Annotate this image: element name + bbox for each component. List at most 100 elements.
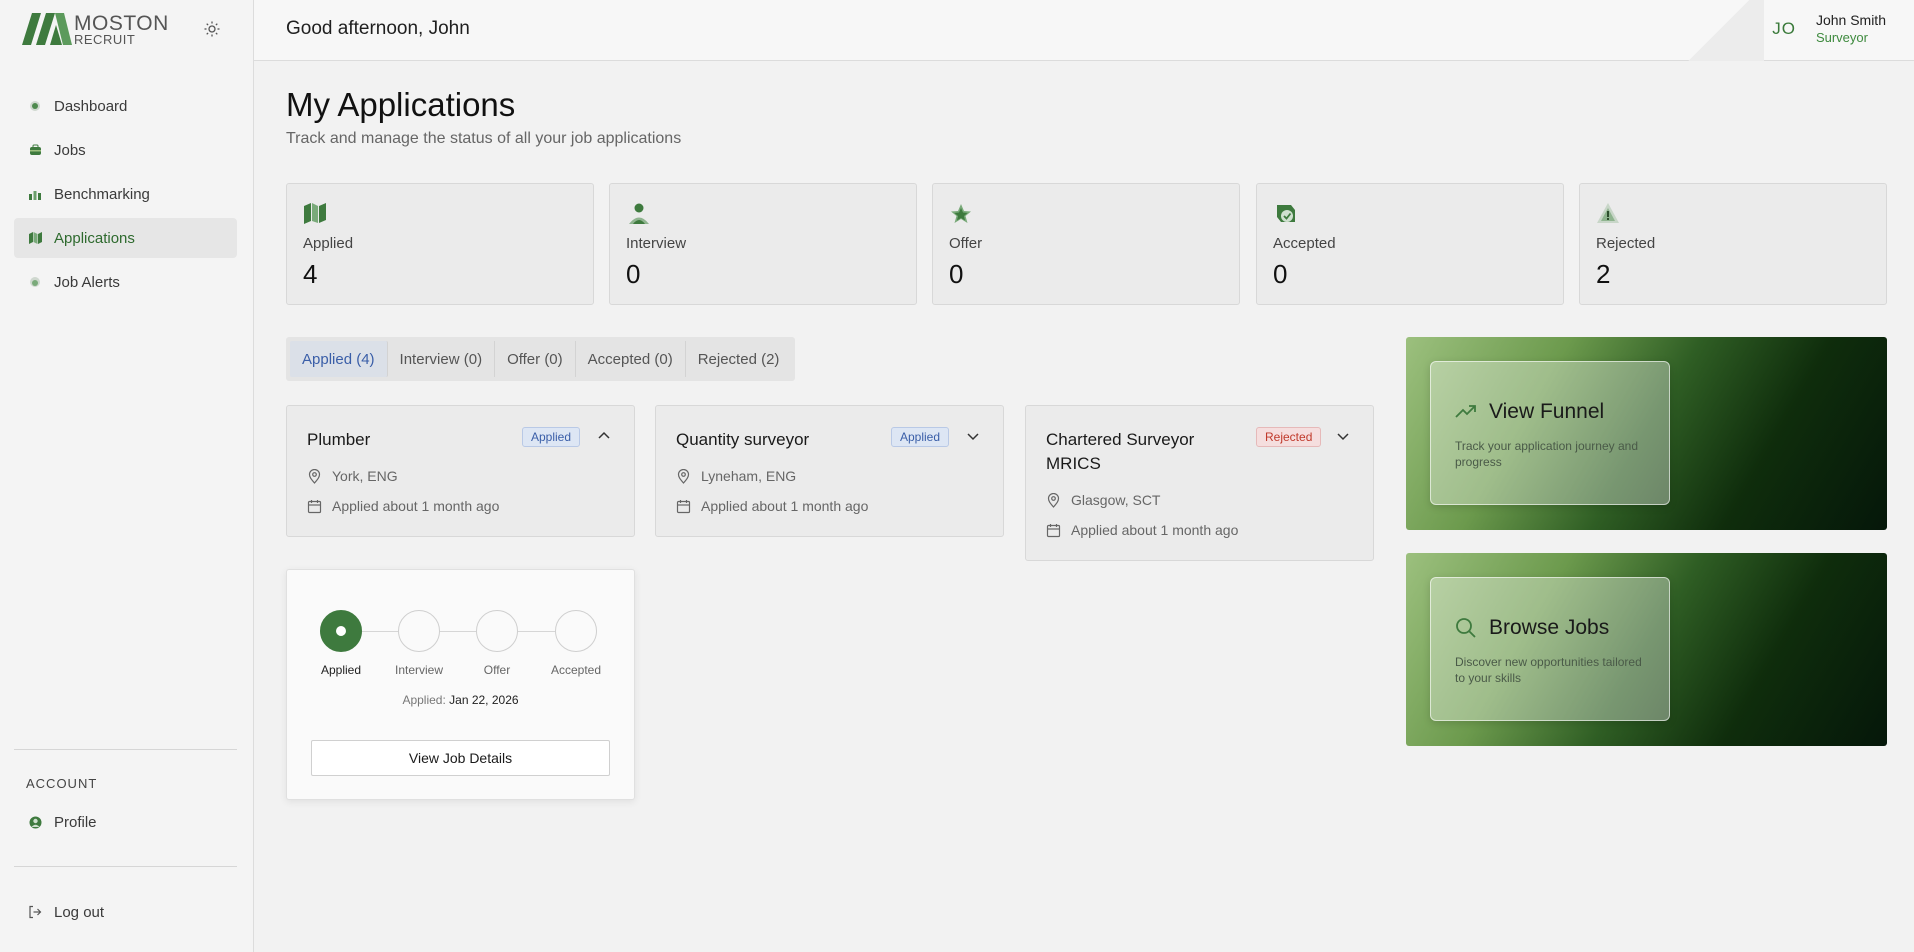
sidebar-item-label: Job Alerts [54,273,120,291]
application-title: Plumber [307,430,371,449]
applied-text: Applied about 1 month ago [332,498,500,514]
stat-value: 0 [1273,259,1288,289]
stat-label: Accepted [1273,235,1336,252]
page-subtitle: Track and manage the status of all your … [286,130,682,147]
calendar-icon [307,499,322,514]
sidebar-item-profile[interactable]: Profile [14,802,237,842]
brand-name: MOSTON RECRUIT [74,13,169,46]
user-role: Surveyor [1815,30,1868,45]
tab-accepted[interactable]: Accepted (0) [576,341,686,377]
applied-date: Applied: Jan 22, 2026 [287,693,634,707]
briefcase-icon [28,143,42,157]
location-text: York, ENG [332,468,398,484]
sidebar-item-dashboard[interactable]: Dashboard [14,86,237,126]
browse-jobs-card[interactable]: Browse Jobs Discover new opportunities t… [1406,553,1887,746]
account-section-label: ACCOUNT [26,776,98,791]
tab-interview[interactable]: Interview (0) [388,341,496,377]
promo-title-text: View Funnel [1489,400,1605,423]
sidebar: MOSTON RECRUIT Dashboard Jobs Benchmarki… [0,0,254,952]
sidebar-nav: Dashboard Jobs Benchmarking Applications… [14,86,237,306]
sun-icon [204,21,220,37]
sidebar-item-applications[interactable]: Applications [14,218,237,258]
greeting-text: Good afternoon, John [286,18,470,39]
application-card-chartered-surveyor[interactable]: Chartered Surveyor MRICS Rejected Glasgo… [1025,405,1374,561]
logout-button[interactable]: Log out [14,892,237,932]
status-badge: Applied [522,427,581,447]
page-title: My Applications [286,86,516,123]
promo-title: View Funnel [1455,400,1604,424]
sidebar-item-benchmarking[interactable]: Benchmarking [14,174,237,214]
stat-label: Offer [949,235,983,252]
chevron-down-icon[interactable] [1335,428,1351,444]
progress-step-offer: Offer [457,610,537,677]
stat-label: Rejected [1596,235,1656,252]
application-card-plumber[interactable]: Plumber Applied York, ENG Applied about … [286,405,635,537]
stat-card-interview: Interview 0 [609,183,917,305]
sidebar-item-label: Jobs [54,141,86,159]
status-tabs: Applied (4) Interview (0) Offer (0) Acce… [286,337,796,381]
person-icon [626,202,650,226]
step-indicator-complete [320,610,362,652]
step-label: Interview [394,663,444,677]
step-label: Offer [483,663,511,677]
view-job-details-button[interactable]: View Job Details [311,740,610,776]
user-menu[interactable]: JO John Smith Surveyor [1772,12,1886,45]
sidebar-divider [14,749,237,750]
promo-glass-panel: Browse Jobs Discover new opportunities t… [1430,577,1670,721]
map-icon [28,231,42,245]
applied-text: Applied about 1 month ago [701,498,869,514]
tab-applied[interactable]: Applied (4) [290,341,388,377]
calendar-icon [676,499,691,514]
header-decoration [1674,0,1764,61]
application-progress-panel: Applied Interview Offer Accepted Applied… [286,569,635,800]
applied-date-value: Jan 22, 2026 [449,693,519,707]
application-title: Quantity surveyor [676,430,810,449]
stat-value: 4 [303,259,318,289]
stat-card-rejected: Rejected 2 [1579,183,1887,305]
sidebar-item-label: Profile [54,813,97,831]
theme-toggle-button[interactable] [201,18,223,40]
sidebar-divider [14,866,237,867]
logo-mark-icon [22,13,72,45]
application-title: Chartered Surveyor MRICS [1046,430,1195,473]
sidebar-item-label: Applications [54,229,135,247]
promo-description: Discover new opportunities tailored to y… [1455,655,1642,685]
progress-step-interview: Interview [379,610,459,677]
stat-value: 0 [626,259,641,289]
application-location: Glasgow, SCT [1046,492,1160,508]
check-badge-icon [1273,202,1297,226]
brand-logo[interactable]: MOSTON RECRUIT [22,12,172,46]
location-text: Glasgow, SCT [1071,492,1161,508]
application-date: Applied about 1 month ago [307,498,499,514]
stat-label: Applied [303,235,354,252]
warning-icon [1596,202,1620,226]
chevron-down-icon[interactable] [965,428,981,444]
application-card-quantity-surveyor[interactable]: Quantity surveyor Applied Lyneham, ENG A… [655,405,1004,537]
applied-text: Applied about 1 month ago [1071,522,1239,538]
applied-date-label: Applied: [402,693,446,707]
promo-title: Browse Jobs [1455,616,1609,640]
bell-icon [28,275,42,289]
avatar: JO [1772,18,1796,38]
stat-card-offer: Offer 0 [932,183,1240,305]
stat-value: 2 [1596,259,1611,289]
status-badge: Applied [891,427,950,447]
logout-label: Log out [54,903,105,921]
view-funnel-card[interactable]: View Funnel Track your application journ… [1406,337,1887,530]
chart-icon [28,187,42,201]
search-icon [1455,617,1477,639]
map-icon [303,202,327,226]
sidebar-item-label: Benchmarking [54,185,150,203]
progress-step-accepted: Accepted [536,610,616,677]
location-pin-icon [307,468,322,484]
sidebar-item-jobs[interactable]: Jobs [14,130,237,170]
logout-icon [28,905,42,919]
tab-offer[interactable]: Offer (0) [495,341,576,377]
sidebar-item-job-alerts[interactable]: Job Alerts [14,262,237,302]
promo-description: Track your application journey and progr… [1455,439,1638,469]
application-date: Applied about 1 month ago [676,498,868,514]
step-label: Accepted [550,663,602,677]
chevron-up-icon[interactable] [596,428,612,444]
progress-step-applied: Applied [301,610,381,677]
tab-rejected[interactable]: Rejected (2) [686,341,792,377]
